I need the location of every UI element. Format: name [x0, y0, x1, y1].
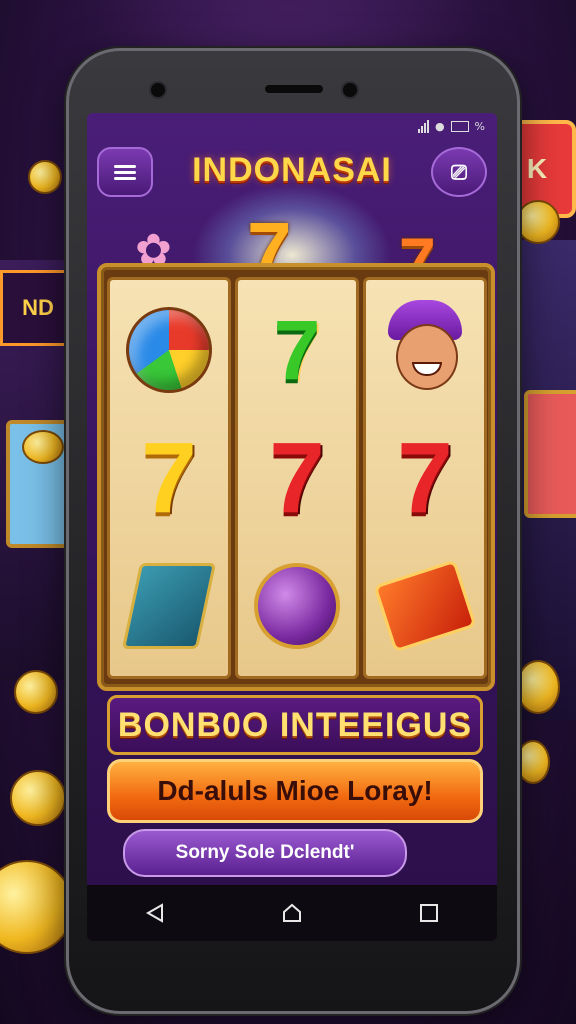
- reel-symbol: [110, 284, 228, 416]
- battery-icon: [450, 120, 469, 132]
- recents-icon: [419, 904, 438, 922]
- card-symbol-icon: [121, 563, 217, 649]
- reel-symbol: 7: [238, 412, 356, 544]
- seven-symbol-icon: 7: [269, 422, 325, 534]
- sensor-icon: [341, 81, 359, 99]
- seven-symbol-icon: 7: [397, 422, 453, 534]
- slot-reels-frame: 7 7 7 7: [97, 263, 495, 691]
- genie-character-icon: [380, 300, 470, 400]
- bonus-banner: BONB0O INTEEIGUS: [107, 695, 483, 755]
- reel-symbol: [366, 540, 484, 672]
- reel-symbol: 7: [110, 412, 228, 544]
- signal-icon: [417, 119, 429, 133]
- play-now-button[interactable]: Dd-aluls Mioe Loray!: [107, 759, 483, 823]
- hamburger-menu-icon: [114, 162, 136, 183]
- app-screen: ● % INDONASAI ⎚ ✿ 7 7 7 7 7 7 BONB0O INT…: [87, 113, 497, 941]
- reel-2: 7 7: [235, 277, 359, 679]
- coin-decoration: [10, 770, 66, 826]
- magic-orb-symbol-icon: [254, 563, 340, 649]
- beach-ball-symbol-icon: [126, 307, 212, 393]
- status-text: %: [474, 119, 485, 133]
- coin-decoration: [22, 430, 64, 464]
- home-icon: [282, 903, 301, 922]
- reel-symbol: 7: [366, 412, 484, 544]
- hamburger-menu-button[interactable]: [97, 147, 153, 197]
- secondary-action-button[interactable]: Sorny Sole Dclendt': [123, 829, 407, 877]
- nav-back-button[interactable]: [125, 893, 185, 933]
- door-exit-icon: ⎚: [451, 160, 467, 184]
- status-bar: ● %: [417, 117, 485, 135]
- reel-symbol: [366, 284, 484, 416]
- phone-device: ● % INDONASAI ⎚ ✿ 7 7 7 7 7 7 BONB0O INT…: [66, 48, 520, 1014]
- nav-home-button[interactable]: [262, 893, 322, 933]
- reel-symbol: 7: [238, 284, 356, 416]
- reel-1: 7: [107, 277, 231, 679]
- coin-decoration: [28, 160, 62, 194]
- ticket-symbol-icon: [373, 559, 477, 653]
- coin-decoration: [516, 200, 560, 244]
- coin-decoration: [516, 660, 560, 714]
- arcade-sign-left: ND: [0, 270, 76, 346]
- coin-decoration: [516, 740, 550, 784]
- android-navigation-bar: [87, 885, 497, 941]
- nav-recents-button[interactable]: [399, 893, 459, 933]
- reel-symbol: [110, 540, 228, 672]
- exit-button[interactable]: ⎚: [431, 147, 487, 197]
- arcade-screen-right: [524, 390, 576, 518]
- seven-symbol-icon: 7: [141, 422, 197, 534]
- back-icon: [146, 903, 164, 923]
- seven-symbol-icon: 7: [273, 303, 321, 397]
- front-camera-icon: [149, 81, 167, 99]
- earpiece-speaker: [265, 85, 323, 93]
- reel-symbol: [238, 540, 356, 672]
- notification-icon: ●: [434, 119, 445, 133]
- reel-3: 7: [363, 277, 487, 679]
- coin-decoration: [14, 670, 58, 714]
- coin-decoration: [0, 860, 74, 954]
